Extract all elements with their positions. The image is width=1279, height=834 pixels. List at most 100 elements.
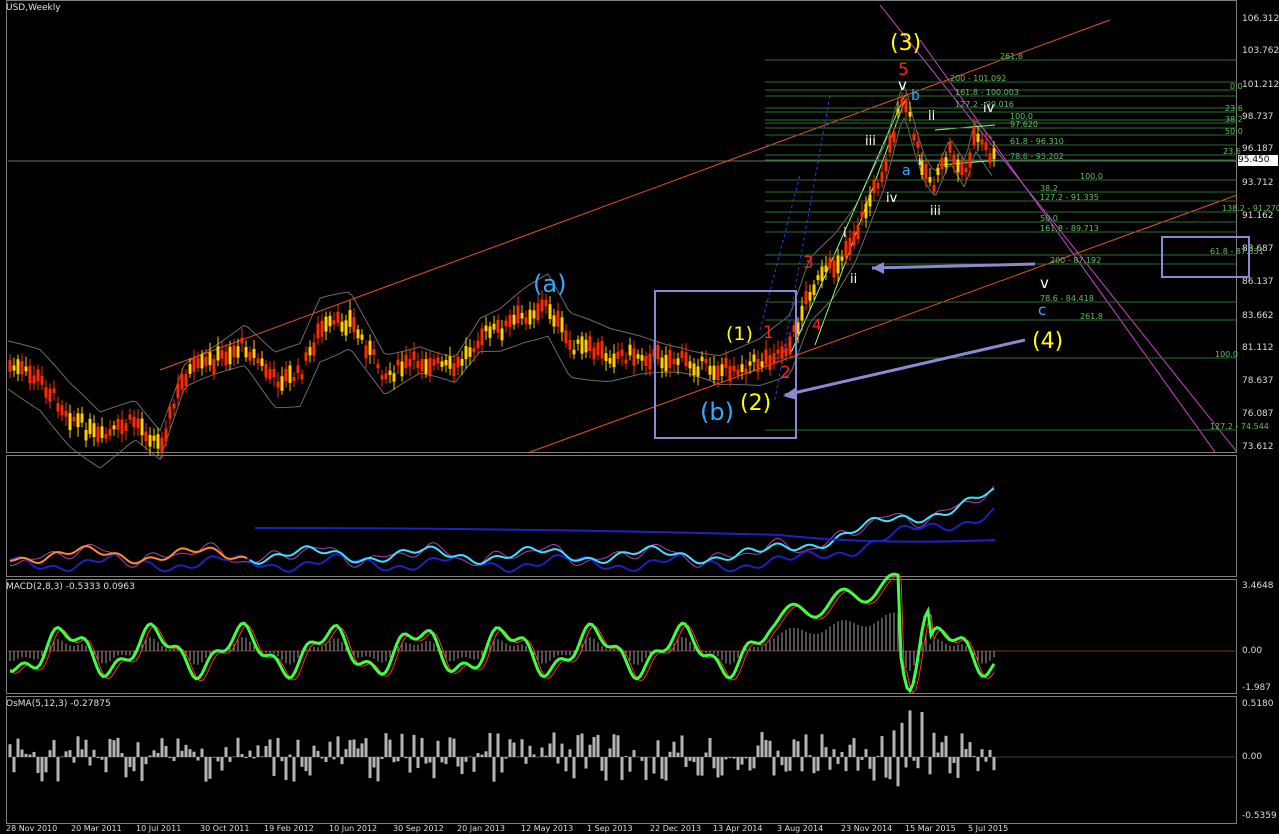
fib-level-label: 78.6 - 84.418 (1040, 294, 1094, 303)
candle-body (476, 340, 480, 349)
osma-bar (300, 757, 304, 767)
osma-bar (236, 737, 240, 757)
candle-body (32, 375, 36, 384)
candle-body (732, 365, 736, 372)
candle-body (888, 135, 892, 153)
candle-body (660, 357, 664, 369)
osma-bar (320, 757, 324, 759)
candle-body (800, 305, 804, 321)
osma-bar (304, 757, 308, 772)
candle-body (40, 375, 44, 385)
candle-body (196, 358, 200, 368)
osma-bar (556, 757, 560, 764)
osma-bar (724, 757, 728, 760)
candle-body (496, 320, 500, 333)
candle-body (820, 266, 824, 282)
osma-bar (980, 749, 984, 757)
candle-body (268, 368, 272, 380)
osma-bar (464, 757, 468, 762)
candle-body (348, 310, 352, 327)
osma-bar (928, 757, 932, 775)
osma-bar (376, 757, 380, 782)
fib-level-label: 78.6 - 95.202 (1010, 152, 1064, 161)
osma-bar (764, 740, 768, 757)
osma-bar (800, 757, 804, 772)
osma-bar (16, 738, 20, 757)
osma-bar (356, 748, 360, 757)
osma-bar (784, 757, 788, 772)
osma-bar (568, 749, 572, 757)
candle-body (240, 337, 244, 344)
candle-body (984, 142, 988, 151)
wave-label: 4 (812, 316, 822, 334)
osma-bar (576, 735, 580, 757)
candle-body (708, 365, 712, 375)
osma-bar (220, 757, 224, 771)
candle-body (740, 364, 744, 372)
candle-body (236, 346, 240, 358)
candle-body (532, 310, 536, 319)
osma-bar (564, 757, 568, 772)
candle-body (280, 376, 284, 391)
candle-body (84, 430, 88, 441)
candle-body (304, 352, 308, 361)
osma-bar (460, 757, 464, 775)
candle-body (612, 353, 616, 368)
candle-body (408, 359, 412, 367)
osma-bar (348, 740, 352, 757)
candle-body (668, 350, 672, 368)
candle-body (988, 153, 992, 164)
candle-body (232, 345, 236, 358)
candle-body (736, 369, 740, 376)
candle-body (584, 339, 588, 353)
osma-bar (860, 757, 864, 760)
osma-bar (580, 733, 584, 757)
candle-body (292, 377, 296, 382)
osma-bar (176, 738, 180, 757)
candle-body (416, 361, 420, 368)
candle-body (420, 359, 424, 371)
candle-body (156, 434, 160, 449)
candle-body (108, 428, 112, 436)
osma-bar (152, 750, 156, 757)
osma-bar (652, 757, 656, 774)
osma-bar (756, 745, 760, 757)
candle-body (852, 231, 856, 246)
fib-level-label: 23.6 (1225, 104, 1243, 113)
osma-bar (284, 757, 288, 781)
wave-label: v (1040, 274, 1049, 292)
fib-level-label: 161.8 - 89.713 (1040, 224, 1099, 233)
candle-body (160, 437, 164, 452)
candle-body (260, 358, 264, 366)
osma-bar (644, 757, 648, 780)
osma-bar (360, 743, 364, 757)
osma-bar (752, 757, 756, 769)
osma-bar (172, 757, 176, 761)
osma-bar (736, 757, 740, 770)
osma-bar (744, 757, 748, 759)
osma-bar (192, 751, 196, 757)
osma-bar (684, 757, 688, 767)
candle-body (492, 323, 496, 330)
osma-bar (20, 749, 24, 757)
osma-bar (144, 757, 148, 765)
osma-bar (200, 748, 204, 757)
osma-bar (844, 757, 848, 772)
candle-body (360, 334, 364, 340)
osma-bar (964, 749, 968, 757)
candle-body (836, 255, 840, 274)
osma-bar (212, 757, 216, 758)
candle-body (916, 141, 920, 148)
osma-bar (52, 740, 56, 757)
osma-bar (64, 751, 68, 757)
candle-body (524, 317, 528, 324)
osma-bar (936, 752, 940, 757)
osma-bar (312, 745, 316, 757)
candle-body (200, 354, 204, 369)
osma-bar (488, 733, 492, 757)
osma-bar (792, 739, 796, 757)
candle-body (616, 351, 620, 359)
candle-body (936, 167, 940, 175)
osma-bar (352, 739, 356, 757)
osma-bar (44, 757, 48, 773)
